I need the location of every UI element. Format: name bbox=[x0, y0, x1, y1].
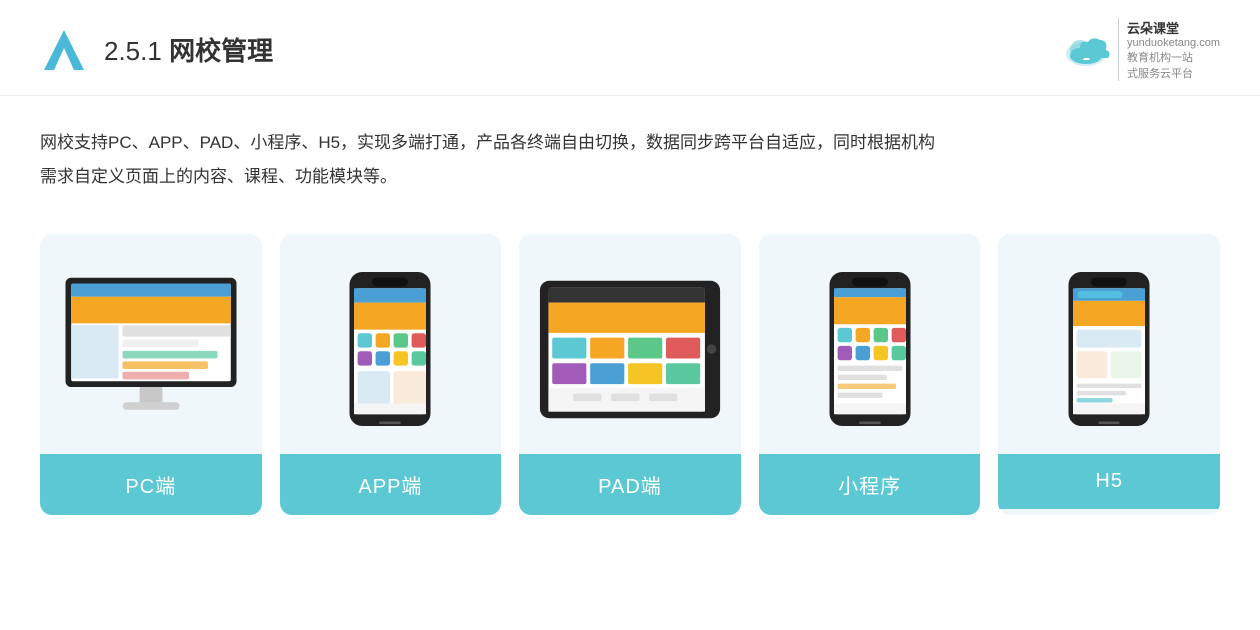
h5-device-icon bbox=[1064, 270, 1154, 428]
pc-device-icon bbox=[56, 273, 246, 425]
cloud-icon: ☁ bbox=[1062, 30, 1110, 70]
brand-url: yunduoketang.com bbox=[1127, 37, 1220, 49]
miniapp-label: 小程序 bbox=[759, 454, 981, 515]
title-prefix: 2.5.1 bbox=[104, 36, 169, 66]
header-left: 2.5.1 网校管理 bbox=[40, 26, 273, 74]
title-main: 网校管理 bbox=[169, 36, 273, 66]
h5-card: H5 bbox=[998, 234, 1220, 515]
header-right: ☁ 云朵课堂 yunduoketang.com 教育机构一站 式服务云平台 bbox=[1062, 18, 1220, 81]
miniapp-card: 小程序 bbox=[759, 234, 981, 515]
brand-name: 云朵课堂 bbox=[1127, 18, 1220, 37]
cards-section: PC端 bbox=[0, 204, 1260, 555]
logo-icon bbox=[40, 26, 88, 74]
brand-slogan: 教育机构一站 式服务云平台 bbox=[1127, 49, 1220, 81]
app-device-icon bbox=[345, 270, 435, 428]
brand-logo: ☁ 云朵课堂 yunduoketang.com 教育机构一站 式服务云平台 bbox=[1062, 18, 1220, 81]
h5-label: H5 bbox=[998, 454, 1220, 509]
pad-image-area bbox=[519, 234, 741, 454]
desc-line2: 需求自定义页面上的内容、课程、功能模块等。 bbox=[40, 167, 397, 186]
app-card: APP端 bbox=[280, 234, 502, 515]
page-title: 2.5.1 网校管理 bbox=[104, 31, 273, 68]
pc-image-area bbox=[40, 234, 262, 454]
h5-image-area bbox=[998, 234, 1220, 454]
app-image-area bbox=[280, 234, 502, 454]
pad-card: PAD端 bbox=[519, 234, 741, 515]
miniapp-image-area bbox=[759, 234, 981, 454]
pad-device-icon bbox=[535, 276, 725, 423]
brand-text: 云朵课堂 yunduoketang.com 教育机构一站 式服务云平台 bbox=[1118, 18, 1220, 81]
desc-line1: 网校支持PC、APP、PAD、小程序、H5，实现多端打通，产品各终端自由切换，数… bbox=[40, 133, 935, 152]
pad-label: PAD端 bbox=[519, 454, 741, 515]
pc-card: PC端 bbox=[40, 234, 262, 515]
app-label: APP端 bbox=[280, 454, 502, 515]
header: 2.5.1 网校管理 ☁ 云朵课堂 yunduoketang.com bbox=[0, 0, 1260, 96]
page-container: 2.5.1 网校管理 ☁ 云朵课堂 yunduoketang.com bbox=[0, 0, 1260, 630]
miniapp-device-icon bbox=[825, 270, 915, 428]
description-text: 网校支持PC、APP、PAD、小程序、H5，实现多端打通，产品各终端自由切换，数… bbox=[40, 126, 1220, 194]
pc-label: PC端 bbox=[40, 454, 262, 515]
description-section: 网校支持PC、APP、PAD、小程序、H5，实现多端打通，产品各终端自由切换，数… bbox=[0, 96, 1260, 204]
